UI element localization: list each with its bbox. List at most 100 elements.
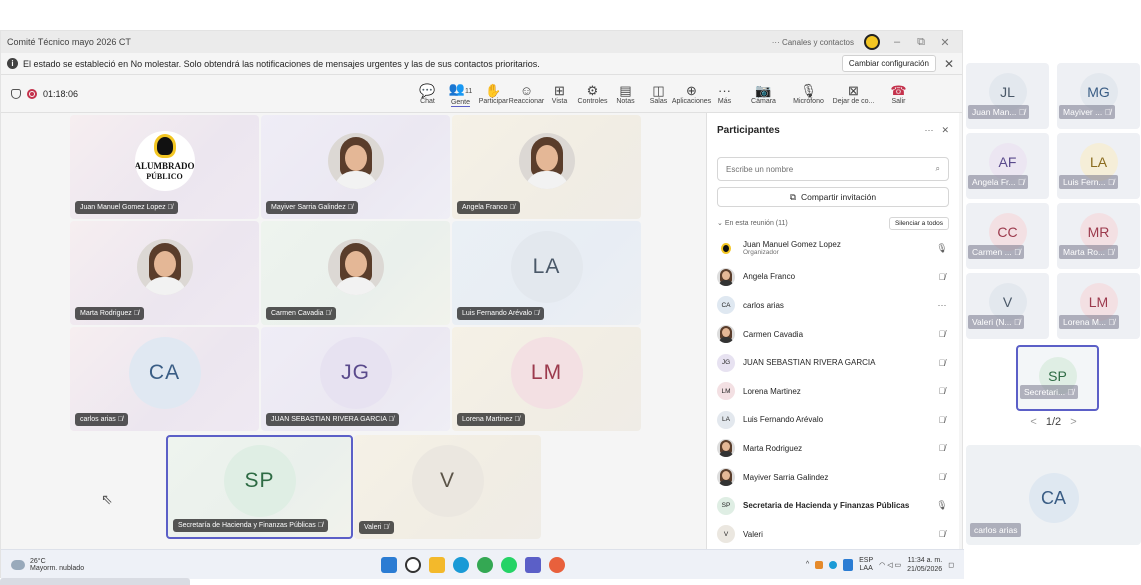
gallery-tile[interactable]: MR Marta Ro... 🎙̸ [1057,203,1140,269]
chrome-icon[interactable] [477,556,493,573]
toolbar-leave-phone-button[interactable]: ☎ Salir [876,83,921,105]
toolbar-controls-button[interactable]: ⚙ Controles [576,83,609,105]
gallery-tile[interactable]: LM Lorena M... 🎙̸ [1057,273,1140,339]
participant-list-item[interactable]: JG JUAN SEBASTIAN RIVERA GARCIA 🎙̸ [717,348,949,377]
teams-icon[interactable] [525,556,541,573]
microphone-status-icon[interactable]: 🎙̸ [935,329,949,339]
close-notification-button[interactable]: ✕ [944,57,954,71]
microphone-status-icon[interactable]: 🎙̸ [935,415,949,425]
video-tile[interactable]: CA carlos arias 🎙̸ [70,327,259,431]
user-avatar[interactable] [864,34,880,50]
toolbar-button-label: Vista [551,97,568,105]
gallery-tile[interactable]: MG Mayiver ... 🎙̸ [1057,63,1140,129]
gallery-pager[interactable]: < 1/2 > [966,416,1141,428]
gallery-tile[interactable]: LA Luis Fern... 🎙̸ [1057,133,1140,199]
rooms-icon: ◫ [652,82,665,98]
clock[interactable]: 11:34 a. m. 21/05/2026 [907,556,942,574]
close-window-button[interactable]: ✕ [938,36,952,49]
video-tile[interactable]: SP Secretaría de Hacienda y Finanzas Públ… [166,435,353,539]
microphone-status-icon[interactable]: 🎙 [935,500,949,511]
video-tile[interactable]: LM Lorena Martinez 🎙̸ [452,327,641,431]
side-gallery: < 1/2 > CA carlos arias JL Juan Man... 🎙̸… [966,60,1141,580]
participant-list-item[interactable]: V Valeri 🎙̸ [717,520,949,549]
microphone-status-icon[interactable]: 🎙̸ [935,386,949,396]
toolbar-apps-button[interactable]: ⊕ Aplicaciones [672,83,711,105]
participant-search-input[interactable]: Escribe un nombre ⌕ [717,157,949,181]
panel-title: Participantes [717,124,780,136]
cloud-tray-icon[interactable] [829,560,838,569]
share-invite-button[interactable]: ⧉ Compartir invitación [717,187,949,207]
participant-list-item[interactable]: CA carlos arias ··· [717,291,949,320]
video-tile[interactable]: LA Luis Fernando Arévalo 🎙̸ [452,221,641,325]
search-taskbar-icon[interactable] [405,556,421,573]
bottom-strip [0,578,190,585]
participant-list-item[interactable]: Juan Manuel Gomez Lopez Organizador 🎙 [717,234,949,263]
microphone-status-icon[interactable]: 🎙̸ [935,472,949,482]
microphone-status-icon[interactable]: 🎙̸ [935,443,949,453]
toolbar-stop-sharing-button[interactable]: ⊠ Dejar de co... [831,83,876,105]
toolbar-camera-off-button[interactable]: 📷 Cámara [741,83,786,105]
edge-icon[interactable] [453,556,469,573]
participant-list-item[interactable]: Marta Rodriguez 🎙̸ [717,434,949,463]
video-tile[interactable]: Marta Rodriguez 🎙̸ [70,221,259,325]
toolbar-raise-hand-button[interactable]: ✋ Participar [477,83,510,105]
video-tile[interactable]: Angela Franco 🎙̸ [452,115,641,219]
toolbar-notes-button[interactable]: ▤ Notas [609,83,642,105]
gallery-tile[interactable]: CC Carmen ... 🎙̸ [966,203,1049,269]
panel-close-button[interactable]: ✕ [941,125,949,136]
minimize-button[interactable]: – [890,36,904,48]
restore-button[interactable]: ⧉ [914,36,928,49]
gallery-tile[interactable]: SP Secretari... 🎙̸ [1016,345,1099,411]
channels-contacts-link[interactable]: ··· Canales y contactos [772,38,854,47]
pager-next-icon[interactable]: > [1070,416,1076,428]
gallery-tile[interactable]: V Valeri (N... 🎙̸ [966,273,1049,339]
participant-list-item[interactable]: LM Lorena Martinez 🎙̸ [717,377,949,406]
gallery-tile[interactable]: AF Angela Fr... 🎙̸ [966,133,1049,199]
microphone-status-icon[interactable]: 🎙 [935,243,949,254]
tray-app-icon[interactable] [815,560,824,569]
video-tile[interactable]: Carmen Cavadia 🎙̸ [261,221,450,325]
toolbar-microphone-button[interactable]: 🎙 Micrófono [786,83,831,105]
participant-list-item[interactable]: Mayiver Sarria Galindez 🎙̸ [717,463,949,492]
language-indicator[interactable]: ESP LAA [859,557,873,573]
toolbar-more-button[interactable]: ··· Más [708,83,741,105]
video-tile[interactable]: ALUMBRADO PÚBLICO Juan Manuel Gomez Lopez … [70,115,259,219]
toolbar-people-button[interactable]: 👥11 Gente [444,81,477,107]
whatsapp-icon[interactable] [501,556,517,573]
microphone-status-icon[interactable]: 🎙̸ [935,358,949,368]
pager-prev-icon[interactable]: < [1030,416,1036,428]
toolbar-rooms-button[interactable]: ◫ Salas [642,83,675,105]
participant-list-item[interactable]: Angela Franco 🎙̸ [717,263,949,292]
start-icon[interactable] [381,556,397,573]
panel-more-button[interactable]: ··· [924,125,933,135]
participant-list-item[interactable]: SP Secretaria de Hacienda y Finanzas Públ… [717,491,949,520]
gallery-large-tile[interactable]: CA carlos arias [966,445,1141,545]
title-bar: Comité Técnico mayo 2026 CT ··· Canales … [1,31,962,53]
weather-widget[interactable]: 26°C Mayorm. nublado [1,558,381,572]
more-options-icon[interactable]: ··· [935,300,949,310]
toolbar-chat-button[interactable]: 💬 Chat [411,83,444,105]
participant-name-label: Carmen Cavadia 🎙̸ [266,307,336,320]
participant-list-item[interactable]: LA Luis Fernando Arévalo 🎙̸ [717,406,949,435]
video-tile[interactable]: JG JUAN SEBASTIAN RIVERA GARCIA 🎙̸ [261,327,450,431]
file-explorer-icon[interactable] [429,556,445,573]
mute-all-button[interactable]: Silenciar a todos [888,216,949,230]
participant-list-item[interactable]: Carmen Cavadia 🎙̸ [717,320,949,349]
video-tile[interactable]: V Valeri 🎙̸ [354,435,541,539]
chevron-up-icon[interactable]: ^ [806,561,809,568]
in-meeting-section[interactable]: ⌄ En esta reunión (11) Silenciar a todos [707,212,959,234]
microphone-status-icon[interactable]: 🎙̸ [935,272,949,282]
participant-photo [518,133,575,189]
participant-name-label: Luis Fernando Arévalo 🎙̸ [457,307,545,320]
participant-name-label: Angela Fr... 🎙̸ [968,175,1029,189]
gallery-tile[interactable]: JL Juan Man... 🎙̸ [966,63,1049,129]
wifi-icon[interactable]: ◠ ◁ ▭ [879,561,901,569]
change-settings-button[interactable]: Cambiar configuración [841,55,936,72]
tray-mic-icon[interactable] [843,558,854,571]
toolbar-grid-view-button[interactable]: ⊞ Vista [543,83,576,105]
toolbar-smiley-button[interactable]: ☺ Reaccionar [509,83,544,105]
video-tile[interactable]: Mayiver Sarria Galindez 🎙̸ [261,115,450,219]
app-icon[interactable] [549,556,565,573]
microphone-status-icon[interactable]: 🎙̸ [935,529,949,539]
notification-icon[interactable]: ◻ [948,561,954,569]
